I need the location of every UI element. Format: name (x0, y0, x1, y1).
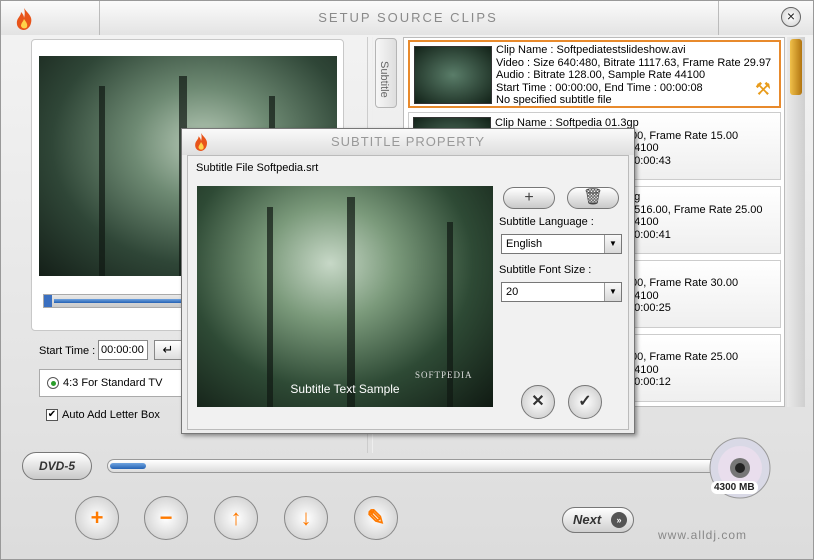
tree-decoration (267, 207, 273, 407)
main-window: SETUP SOURCE CLIPS × Start Time : 00:00:… (0, 0, 814, 560)
title-divider-right (713, 1, 719, 35)
tab-subtitle-label: Subtitle (378, 61, 390, 98)
font-size-label: Subtitle Font Size : (499, 264, 592, 276)
add-clip-button[interactable]: + (75, 496, 119, 540)
font-size-value: 20 (506, 286, 519, 298)
language-select[interactable]: English ▼ (501, 234, 622, 254)
flame-icon (195, 133, 208, 151)
clip-item[interactable]: Clip Name : Softpediatestslideshow.avi V… (408, 40, 781, 108)
letterbox-label: Auto Add Letter Box (62, 409, 160, 421)
font-size-select[interactable]: 20 ▼ (501, 282, 622, 302)
settings-button[interactable]: ✎ (354, 496, 398, 540)
clip-line: 44100 (628, 216, 659, 228)
clip-line: 44100 (628, 363, 659, 376)
window-title: SETUP SOURCE CLIPS (318, 10, 498, 25)
clip-thumbnail (414, 46, 492, 104)
subtitle-file-label: Subtitle File Softpedia.srt (196, 162, 319, 174)
language-label: Subtitle Language : (499, 216, 594, 228)
hammer-icon[interactable]: ⚒ (755, 79, 771, 100)
set-start-time-button[interactable]: ↵ (154, 340, 182, 360)
tab-subtitle[interactable]: Subtitle (375, 38, 397, 108)
dialog-title: SUBTITLE PROPERTY (182, 129, 634, 155)
remove-clip-button[interactable]: − (144, 496, 188, 540)
disc-type-button[interactable]: DVD-5 (22, 452, 92, 480)
cancel-button[interactable]: ✕ (521, 385, 555, 419)
delete-subtitle-button[interactable]: 🗑 (567, 187, 619, 209)
clip-line: 00:00:41 (628, 228, 671, 241)
move-down-button[interactable]: ↓ (284, 496, 328, 540)
start-time-label: Start Time : (39, 345, 96, 357)
tree-decoration (99, 86, 105, 276)
clip-line: 44100 (628, 289, 659, 302)
next-button[interactable]: Next » (562, 507, 634, 533)
aspect-ratio-option[interactable]: 4:3 For Standard TV (39, 369, 184, 397)
seek-thumb[interactable] (44, 295, 52, 307)
add-subtitle-button[interactable]: + (503, 187, 555, 209)
next-label: Next (573, 512, 602, 527)
aspect-radio[interactable] (47, 377, 59, 389)
move-up-button[interactable]: ↑ (214, 496, 258, 540)
clip-line: Audio : Bitrate 128.00, Sample Rate 4410… (496, 69, 706, 81)
clip-line: 00:00:12 (628, 376, 671, 388)
clip-line: 2516.00, Frame Rate 25.00 (628, 203, 763, 216)
letterbox-checkbox[interactable]: ✔ (46, 409, 58, 421)
chevron-down-icon[interactable]: ▼ (604, 235, 621, 253)
clip-line: eg (628, 191, 763, 204)
tree-decoration (347, 197, 355, 407)
language-value: English (506, 238, 543, 250)
next-arrow-icon: » (611, 512, 627, 528)
preview-brand-text: SOFTPEDIA (415, 370, 473, 380)
disc-capacity-bar (107, 459, 719, 473)
chevron-down-icon[interactable]: ▼ (604, 283, 621, 301)
start-time-input[interactable]: 00:00:00 (98, 340, 148, 360)
subtitle-property-dialog: SUBTITLE PROPERTY Subtitle File Softpedi… (181, 128, 635, 434)
clip-line: 00:00:25 (628, 302, 671, 314)
title-bar: SETUP SOURCE CLIPS × (1, 1, 813, 35)
dialog-body: Subtitle File Softpedia.srt SOFTPEDIA Su… (187, 155, 629, 430)
ok-button[interactable]: ✓ (568, 385, 602, 419)
aspect-label: 4:3 For Standard TV (63, 377, 163, 389)
close-button[interactable]: × (781, 7, 801, 27)
clip-line: Start Time : 00:00:00, End Time : 00:00:… (496, 81, 703, 94)
clip-line: Clip Name : Softpediatestslideshow.avi (496, 44, 686, 56)
clip-line: No specified subtitle file (496, 94, 612, 106)
scrollbar-thumb[interactable] (790, 39, 802, 95)
clip-line: .00, Frame Rate 25.00 (628, 351, 739, 363)
clip-line: Video : Size 640:480, Bitrate 1117.63, F… (496, 56, 772, 69)
footer-url: www.alldj.com (658, 528, 748, 542)
subtitle-preview: SOFTPEDIA Subtitle Text Sample (197, 186, 493, 407)
subtitle-sample-text: Subtitle Text Sample (290, 382, 400, 396)
disc-capacity-label: 4300 MB (711, 481, 758, 494)
clip-line: .00, Frame Rate 30.00 (628, 277, 739, 289)
capacity-fill (110, 463, 146, 469)
